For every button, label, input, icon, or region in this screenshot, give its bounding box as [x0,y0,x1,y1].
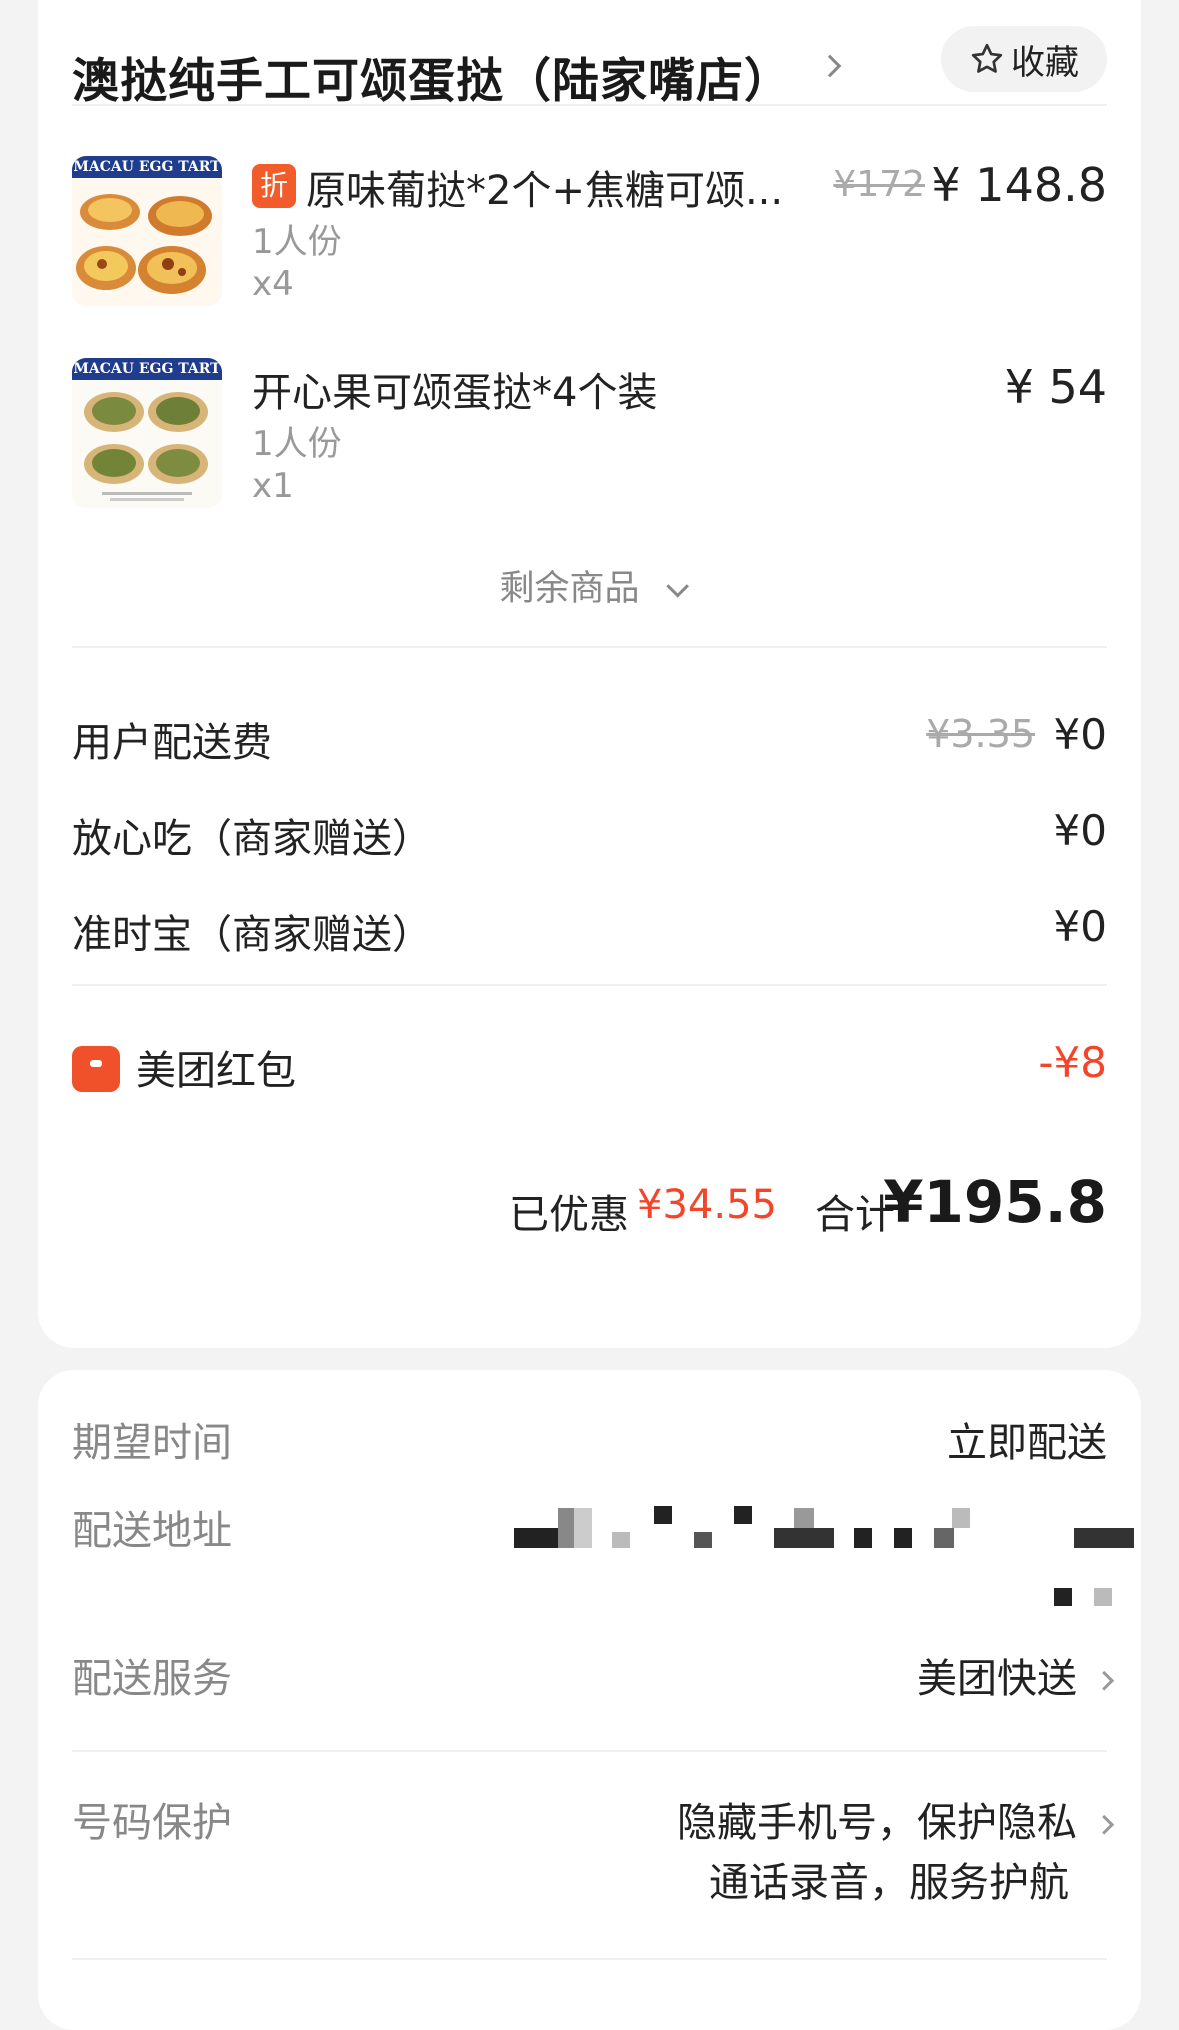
product-title: 开心果可颂蛋挞*4个装 [252,370,658,416]
divider [72,646,1107,648]
total-value: ¥195.8 [883,1168,1107,1236]
divider [72,1750,1107,1752]
product-price: ¥ 54 [1004,360,1107,414]
shop-name[interactable]: 澳挞纯手工可颂蛋挞（陆家嘴店） [72,42,792,111]
divider [72,984,1107,986]
discount-badge: 折 [252,164,296,208]
product-quantity: x1 [252,466,294,506]
shop-header: 澳挞纯手工可颂蛋挞（陆家嘴店） 收藏 [72,20,1107,130]
expected-time-value: 立即配送 [947,1420,1107,1466]
favorite-label: 收藏 [1011,42,1079,83]
product-quantity: x4 [252,264,294,304]
order-summary-card: 澳挞纯手工可颂蛋挞（陆家嘴店） 收藏 MACAU EGG TART 折 原味葡挞… [38,0,1141,1348]
chevron-right-icon [1094,1814,1115,1835]
fee-value: ¥0 [1053,806,1107,855]
number-protection-row[interactable]: 号码保护 隐藏手机号，保护隐私 通话录音，服务护航 [72,1790,1115,1910]
product-portion: 1人份 [252,222,342,262]
original-price: ¥172 [833,164,925,205]
delivery-service-value-wrap: 美团快送 [917,1646,1115,1704]
fee-value: ¥0 [1053,902,1107,951]
chevron-right-icon [1094,1670,1115,1691]
number-protection-line2: 通话录音，服务护航 [709,1860,1069,1906]
saved-label: 已优惠 [509,1192,629,1238]
fee-label: 用户配送费 [72,720,272,766]
delivery-info-card: 期望时间 立即配送 配送地址 配送服务 美团快送 号码保护 隐藏手机号，保护隐私… [38,1370,1141,2030]
red-packet-value: -¥8 [1038,1038,1107,1087]
fee-original: ¥3.35 [926,712,1035,756]
egg-tart-image [72,178,222,306]
delivery-fee-row: 用户配送费 ¥3.35 ¥0 [72,710,1107,770]
chevron-down-icon [665,575,689,598]
product-title: 原味葡挞*2个+焦糖可颂... [306,168,784,214]
address-label: 配送地址 [72,1508,232,1554]
delivery-service-label: 配送服务 [72,1656,232,1702]
fee-label: 放心吃（商家赠送） [72,816,432,862]
star-icon [971,43,1003,73]
fee-value: ¥0 [1053,710,1107,759]
list-item[interactable]: MACAU EGG TART 开心果可颂蛋挞*4个装 ¥ 54 1人份 x1 [72,358,1107,518]
number-protection-line1-wrap: 隐藏手机号，保护隐私 [677,1790,1115,1848]
red-packet-icon [72,1046,120,1092]
safe-eat-row: 放心吃（商家赠送） ¥0 [72,806,1107,866]
number-protection-label: 号码保护 [72,1800,232,1846]
product-portion: 1人份 [252,424,342,464]
expected-time-label: 期望时间 [72,1420,232,1466]
list-item[interactable]: MACAU EGG TART 折 原味葡挞*2个+焦糖可颂... ¥172 ¥ … [72,156,1107,316]
more-items-label: 剩余商品 [499,569,640,609]
red-packet-label: 美团红包 [136,1048,296,1094]
product-price: ¥ 148.8 [931,158,1107,212]
more-items-button[interactable]: 剩余商品 [38,560,1141,611]
red-packet-row[interactable]: 美团红包 -¥8 [72,1038,1107,1098]
favorite-button[interactable]: 收藏 [941,26,1107,92]
number-protection-line1: 隐藏手机号，保护隐私 [677,1800,1077,1846]
product-image: MACAU EGG TART [72,156,222,306]
saved-value: ¥34.55 [637,1182,777,1228]
on-time-row: 准时宝（商家赠送） ¥0 [72,902,1107,962]
divider [72,1958,1107,1960]
product-image-banner: MACAU EGG TART [72,156,222,178]
fee-label: 准时宝（商家赠送） [72,912,432,958]
product-image-banner: MACAU EGG TART [72,358,222,380]
chevron-right-icon[interactable] [818,54,842,78]
divider [72,104,1107,106]
pistachio-tart-image [72,380,222,508]
address-row[interactable]: 配送地址 [72,1498,1134,1618]
product-image: MACAU EGG TART [72,358,222,508]
delivery-service-value: 美团快送 [917,1656,1077,1702]
